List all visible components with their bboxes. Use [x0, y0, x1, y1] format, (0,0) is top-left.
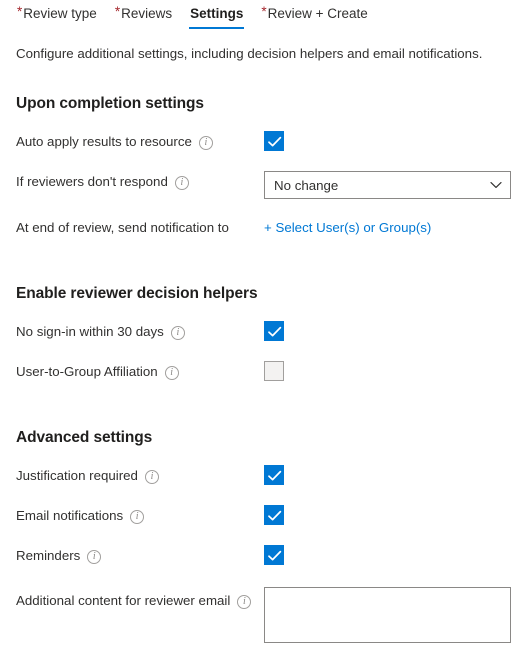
check-icon: [268, 326, 282, 337]
row-control-group: [264, 505, 507, 525]
info-icon[interactable]: i: [130, 510, 145, 524]
required-asterisk: *: [17, 4, 23, 19]
page-description: Configure additional settings, including…: [16, 46, 483, 61]
field-label: User-to-Group Affiliation: [16, 364, 158, 379]
tab-label: Review + Create: [267, 6, 368, 21]
check-icon: [268, 470, 282, 481]
field-label: Email notifications: [16, 508, 124, 523]
section-advanced-settings: Advanced settings Justification required…: [0, 429, 521, 643]
row-label-group: Auto apply results to resource i: [16, 131, 264, 152]
row-control-group: [264, 321, 507, 341]
row-additional-content-reviewer-email: Additional content for reviewer email i: [16, 587, 511, 643]
tab-label: Settings: [190, 6, 244, 21]
check-icon: [268, 550, 282, 561]
row-justification-required: Justification required i: [16, 465, 507, 487]
row-control-group: [264, 545, 507, 565]
dropdown-selected-value: No change: [274, 177, 339, 193]
field-label: Auto apply results to resource: [16, 134, 192, 149]
info-icon[interactable]: i: [144, 470, 159, 484]
info-icon[interactable]: i: [164, 366, 179, 380]
row-reminders: Reminders i: [16, 545, 507, 567]
row-control-group: [264, 361, 507, 381]
section-heading: Upon completion settings: [16, 95, 204, 112]
info-icon[interactable]: i: [174, 176, 189, 190]
check-icon: [268, 510, 282, 521]
required-asterisk: *: [261, 4, 267, 19]
section-reviewer-decision-helpers: Enable reviewer decision helpers No sign…: [0, 285, 521, 383]
tab-label: Reviews: [121, 6, 173, 21]
section-heading: Advanced settings: [16, 429, 153, 446]
row-label-group: User-to-Group Affiliation i: [16, 361, 264, 382]
field-label: No sign-in within 30 days: [16, 324, 164, 339]
row-label-group: Reminders i: [16, 545, 264, 566]
info-icon[interactable]: i: [237, 595, 252, 609]
row-label-group: At end of review, send notification to: [16, 217, 264, 238]
info-icon[interactable]: i: [87, 550, 102, 564]
email-notifications-checkbox[interactable]: [264, 505, 284, 525]
active-tab-indicator: [189, 27, 245, 29]
field-label: If reviewers don't respond: [16, 174, 168, 189]
no-signin-within-30-days-checkbox[interactable]: [264, 321, 284, 341]
info-icon[interactable]: i: [170, 326, 185, 340]
auto-apply-results-checkbox[interactable]: [264, 131, 284, 151]
tab-settings[interactable]: Settings: [181, 0, 252, 31]
select-users-or-groups-link[interactable]: + Select User(s) or Group(s): [264, 217, 431, 238]
required-asterisk: *: [114, 4, 121, 19]
if-reviewers-dont-respond-dropdown[interactable]: No change: [264, 171, 511, 199]
check-icon: [268, 136, 282, 147]
additional-content-reviewer-email-textarea[interactable]: [264, 587, 511, 643]
tab-reviews[interactable]: *Reviews: [106, 0, 181, 31]
row-label-group: If reviewers don't respond i: [16, 171, 264, 192]
info-icon[interactable]: i: [198, 136, 213, 150]
row-control-group: No change: [264, 171, 511, 199]
user-to-group-affiliation-checkbox[interactable]: [264, 361, 284, 381]
row-label-group: Additional content for reviewer email i: [16, 587, 264, 611]
field-label: Justification required: [16, 468, 138, 483]
row-email-notifications: Email notifications i: [16, 505, 507, 527]
row-control-group: [264, 465, 507, 485]
row-control-group: [264, 131, 507, 151]
row-control-group: [264, 587, 511, 643]
tab-review-create[interactable]: *Review + Create: [252, 0, 376, 31]
tab-review-type[interactable]: *Review type: [8, 0, 106, 31]
row-control-group: + Select User(s) or Group(s): [264, 217, 507, 238]
field-label: Reminders: [16, 548, 81, 563]
row-end-of-review-notification: At end of review, send notification to +…: [16, 217, 507, 239]
section-upon-completion-settings: Upon completion settings Auto apply resu…: [0, 95, 521, 239]
row-no-signin-within-30-days: No sign-in within 30 days i: [16, 321, 507, 343]
row-label-group: Justification required i: [16, 465, 264, 486]
wizard-tab-bar: *Review type *Reviews Settings *Review +…: [0, 0, 521, 32]
row-label-group: Email notifications i: [16, 505, 264, 526]
justification-required-checkbox[interactable]: [264, 465, 284, 485]
row-auto-apply-results: Auto apply results to resource i: [16, 131, 507, 153]
tab-label: Review type: [23, 6, 97, 21]
chevron-down-icon: [490, 181, 502, 189]
field-label: Additional content for reviewer email: [16, 593, 231, 608]
field-label: At end of review, send notification to: [16, 220, 229, 235]
reminders-checkbox[interactable]: [264, 545, 284, 565]
row-label-group: No sign-in within 30 days i: [16, 321, 264, 342]
section-heading: Enable reviewer decision helpers: [16, 285, 258, 302]
row-user-to-group-affiliation: User-to-Group Affiliation i: [16, 361, 507, 383]
row-if-reviewers-dont-respond: If reviewers don't respond i No change: [16, 171, 511, 199]
